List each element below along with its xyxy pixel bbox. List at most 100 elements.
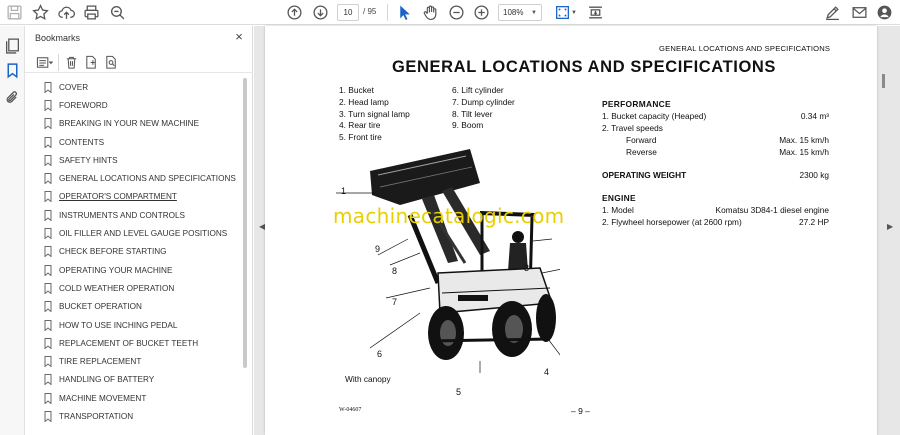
spec-label: 2. Travel speeds [602, 123, 663, 133]
fill-sign-icon[interactable] [823, 3, 842, 22]
bookmark-icon [44, 154, 52, 166]
bookmark-icon [44, 81, 52, 93]
page-number-input[interactable]: 10 [337, 4, 359, 21]
select-cursor-icon[interactable] [396, 3, 413, 22]
callout-3: 3 [524, 263, 530, 273]
previous-page-icon[interactable] [285, 3, 304, 22]
fit-dropdown-icon[interactable]: ▼ [570, 3, 578, 22]
cloud-upload-icon[interactable] [57, 3, 76, 22]
bookmark-item[interactable]: SAFETY HINTS [25, 151, 241, 169]
bookmark-item[interactable]: OPERATING YOUR MACHINE [25, 261, 241, 279]
bookmark-star-icon[interactable] [31, 3, 50, 22]
spec-value: Max. 15 km/h [779, 135, 829, 145]
zoom-out-icon[interactable] [447, 3, 466, 22]
watermark-text: machinecatalogic.com [333, 204, 565, 228]
print-icon[interactable] [82, 3, 101, 22]
top-toolbar: 10 / 95 108% ▼ ▼ [0, 0, 900, 25]
delete-bookmark-icon[interactable] [64, 53, 79, 72]
spec-value: 27.2 HP [799, 217, 829, 227]
tools-divider [58, 54, 59, 71]
spec-value: Max. 15 km/h [779, 147, 829, 157]
spec-label: 1. Bucket capacity (Heaped) [602, 111, 707, 121]
bookmark-item[interactable]: TIRE REPLACEMENT [25, 352, 241, 370]
bookmark-icon [44, 282, 52, 294]
bookmark-label: BREAKING IN YOUR NEW MACHINE [59, 119, 199, 129]
bookmark-item[interactable]: HOW TO USE INCHING PEDAL [25, 316, 241, 334]
bookmark-icon [44, 337, 52, 349]
document-scrollbar[interactable] [882, 74, 885, 88]
zoom-select[interactable]: 108% ▼ [498, 4, 542, 21]
bookmark-item[interactable]: HANDLING OF BATTERY [25, 371, 241, 389]
panel-title: Bookmarks [35, 33, 81, 43]
spec-engine-model: 1. Model Komatsu 3D84-1 diesel engine [602, 205, 829, 215]
find-bookmark-icon[interactable] [104, 53, 119, 72]
bookmark-item[interactable]: MACHINE MOVEMENT [25, 389, 241, 407]
left-rail [0, 26, 25, 435]
spec-flywheel-hp: 2. Flywheel horsepower (at 2600 rpm) 27.… [602, 217, 829, 227]
page-thumbnails-icon[interactable] [3, 36, 22, 55]
bookmark-icon [44, 264, 52, 276]
performance-heading: PERFORMANCE [602, 99, 671, 109]
collapse-right-arrow[interactable]: ▶ [887, 222, 893, 231]
bookmark-label: OPERATING YOUR MACHINE [59, 265, 173, 275]
panel-scrollbar[interactable] [243, 78, 247, 368]
next-page-icon[interactable] [311, 3, 330, 22]
bookmark-icon [44, 246, 52, 258]
bookmark-label: OIL FILLER AND LEVEL GAUGE POSITIONS [59, 229, 228, 239]
bookmarks-toolbar [25, 51, 253, 73]
bookmark-item[interactable]: FOREWORD [25, 96, 241, 114]
search-icon[interactable] [108, 3, 127, 22]
zoom-in-icon[interactable] [472, 3, 491, 22]
bookmark-list: COVER FOREWORD BREAKING IN YOUR NEW MACHIN… [25, 78, 241, 426]
account-icon[interactable] [875, 3, 894, 22]
parts-list-right: 6. Lift cylinder 7. Dump cylinder 8. Til… [452, 85, 515, 132]
bookmark-options-icon[interactable] [33, 53, 55, 72]
email-icon[interactable] [850, 3, 869, 22]
attachments-icon[interactable] [3, 88, 22, 107]
bookmark-label: COVER [59, 82, 89, 92]
callout-8: 8 [392, 266, 398, 276]
bookmark-item[interactable]: REPLACEMENT OF BUCKET TEETH [25, 334, 241, 352]
chevron-down-icon: ▼ [531, 9, 537, 16]
close-panel-button[interactable]: × [232, 30, 246, 44]
callout-5: 5 [456, 387, 462, 397]
scroll-mode-icon[interactable] [586, 3, 605, 22]
part-item: 1. Bucket [339, 85, 374, 95]
spec-label: OPERATING WEIGHT [602, 170, 687, 180]
bookmark-item[interactable]: COVER [25, 78, 241, 96]
bookmark-label: GENERAL LOCATIONS AND SPECIFICATIONS [59, 174, 236, 184]
part-item: 4. Rear tire [339, 120, 381, 131]
bookmark-label: BUCKET OPERATION [59, 302, 142, 312]
bookmark-label: TIRE REPLACEMENT [59, 357, 142, 367]
bookmark-item[interactable]: CHECK BEFORE STARTING [25, 243, 241, 261]
zoom-value: 108% [503, 8, 524, 17]
bookmark-icon [44, 118, 52, 130]
new-bookmark-icon[interactable] [84, 53, 99, 72]
bookmark-item[interactable]: GENERAL LOCATIONS AND SPECIFICATIONS [25, 169, 241, 187]
hand-tool-icon[interactable] [421, 3, 440, 22]
callout-2: 2 [514, 231, 520, 241]
bookmarks-panel-icon[interactable] [3, 61, 22, 80]
save-icon[interactable] [6, 3, 23, 22]
page-number-footer: – 9 – [571, 406, 590, 416]
bookmark-icon [44, 410, 52, 422]
part-item: 7. Dump cylinder [452, 96, 515, 107]
wheel-loader-illustration [336, 149, 560, 373]
part-item: 3. Turn signal lamp [339, 108, 410, 119]
bookmark-item[interactable]: BREAKING IN YOUR NEW MACHINE [25, 115, 241, 133]
toolbar-divider [387, 4, 388, 21]
bookmark-item[interactable]: BUCKET OPERATION [25, 298, 241, 316]
bookmark-label: CHECK BEFORE STARTING [59, 247, 167, 257]
bookmark-item[interactable]: TRANSPORTATION [25, 407, 241, 425]
bookmark-icon [44, 191, 52, 203]
spec-value: 2300 kg [799, 170, 829, 180]
bookmark-item[interactable]: COLD WEATHER OPERATION [25, 279, 241, 297]
bookmark-item[interactable]: OPERATOR'S COMPARTMENT [25, 188, 241, 206]
bookmark-label: FOREWORD [59, 100, 108, 110]
spec-travel-speeds: 2. Travel speeds [602, 123, 829, 133]
spec-reverse: Reverse Max. 15 km/h [626, 147, 829, 157]
bookmark-item[interactable]: INSTRUMENTS AND CONTROLS [25, 206, 241, 224]
bookmark-item[interactable]: OIL FILLER AND LEVEL GAUGE POSITIONS [25, 224, 241, 242]
bookmark-label: TRANSPORTATION [59, 411, 134, 421]
bookmark-item[interactable]: CONTENTS [25, 133, 241, 151]
